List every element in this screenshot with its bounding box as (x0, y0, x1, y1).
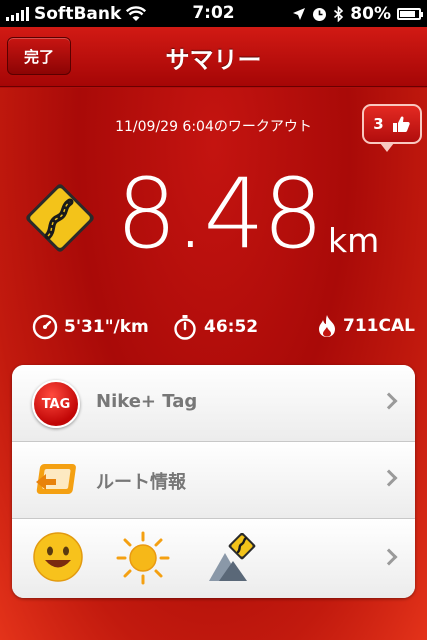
distance-value: 8.48 (116, 158, 324, 270)
road-sign-icon (26, 184, 94, 252)
list-item-conditions[interactable] (12, 519, 415, 598)
navigation-bar: 完了 サマリー (0, 27, 427, 87)
nike-tag-icon: TAG (32, 380, 80, 428)
list-item-label: ルート情報 (96, 472, 186, 493)
list-item-label: Nike+ Tag (96, 391, 198, 412)
duration-value: 46:52 (204, 317, 259, 337)
page-title: サマリー (165, 46, 262, 74)
pace-stat: 5'31"/km (32, 314, 149, 340)
chevron-right-icon (380, 469, 398, 487)
speedometer-icon (32, 314, 58, 340)
route-icon (36, 464, 76, 494)
terrain-icon (209, 533, 256, 581)
list-item-route[interactable]: ルート情報 (12, 442, 415, 519)
pace-value: 5'31"/km (64, 317, 149, 337)
clock-icon (313, 7, 327, 21)
likes-badge[interactable]: 3 (362, 104, 422, 152)
distance-unit: km (328, 221, 380, 260)
battery-percent: 80% (350, 4, 391, 24)
smiley-icon (33, 532, 83, 582)
chevron-right-icon (380, 548, 398, 566)
chevron-right-icon (380, 392, 398, 410)
duration-stat: 46:52 (172, 314, 258, 340)
battery-icon (397, 8, 423, 20)
stats-row: 5'31"/km 46:52 711CAL (0, 314, 427, 344)
calories-value: 711CAL (343, 316, 415, 336)
status-bar: SoftBank 7:02 80% (0, 0, 427, 27)
likes-count: 3 (373, 115, 384, 133)
sun-icon (116, 531, 170, 585)
details-table: TAG Nike+ Tag ルート情報 (12, 365, 415, 598)
stopwatch-icon (174, 315, 196, 340)
calories-stat: 711CAL (317, 314, 415, 338)
thumbs-up-icon (392, 116, 410, 132)
list-item-nike-tag[interactable]: TAG Nike+ Tag (12, 365, 415, 442)
flame-icon (319, 315, 335, 337)
status-right: 80% (292, 4, 423, 24)
location-icon (293, 8, 306, 20)
summary-panel: 11/09/29 6:04のワークアウト 3 8.48 km 5'31"/km (0, 88, 427, 640)
bluetooth-icon (334, 6, 344, 22)
